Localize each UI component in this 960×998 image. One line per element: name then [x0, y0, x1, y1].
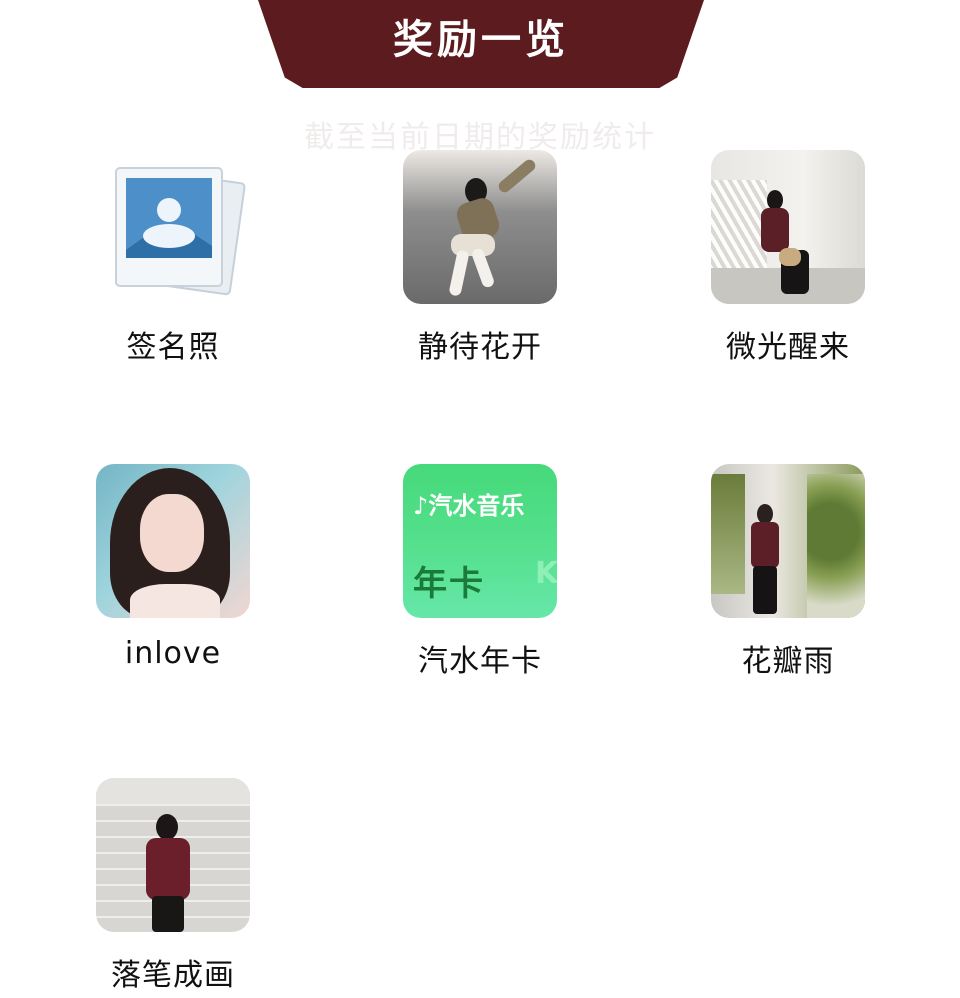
reward-item-brush-painting[interactable]: 落笔成画: [96, 778, 250, 993]
reward-item-signed-photo[interactable]: 签名照: [96, 150, 250, 365]
reward-item-inlove[interactable]: inlove: [96, 464, 250, 671]
photo-thumbnail: [96, 778, 250, 932]
music-note-icon: ♪: [413, 492, 429, 520]
music-card: ♪汽水音乐 年卡 K: [403, 464, 557, 618]
card-brand: 汽水音乐: [428, 492, 525, 520]
reward-item-soda-card[interactable]: ♪汽水音乐 年卡 K 汽水年卡: [403, 464, 557, 679]
reward-label: 汽水年卡: [418, 644, 542, 679]
reward-item-waiting-bloom[interactable]: 静待花开: [403, 150, 557, 365]
photo-stack-icon: [96, 150, 250, 304]
reward-label: 签名照: [126, 330, 220, 365]
reward-label: 落笔成画: [111, 958, 235, 993]
reward-item-petal-rain[interactable]: 花瓣雨: [711, 464, 865, 679]
card-text: 年卡: [413, 564, 485, 604]
reward-label: inlove: [124, 636, 222, 671]
reward-label: 微光醒来: [726, 330, 850, 365]
reward-item-wake-light[interactable]: 微光醒来: [711, 150, 865, 365]
photo-thumbnail: [711, 464, 865, 618]
photo-thumbnail: [403, 150, 557, 304]
photo-thumbnail: [96, 464, 250, 618]
photo-thumbnail: [711, 150, 865, 304]
reward-label: 花瓣雨: [741, 644, 835, 679]
rewards-grid: 签名照 静待花开 微光醒来 inlove ♪汽水音乐 年卡 K 汽水年卡 花瓣雨…: [0, 0, 960, 998]
reward-label: 静待花开: [418, 330, 542, 365]
